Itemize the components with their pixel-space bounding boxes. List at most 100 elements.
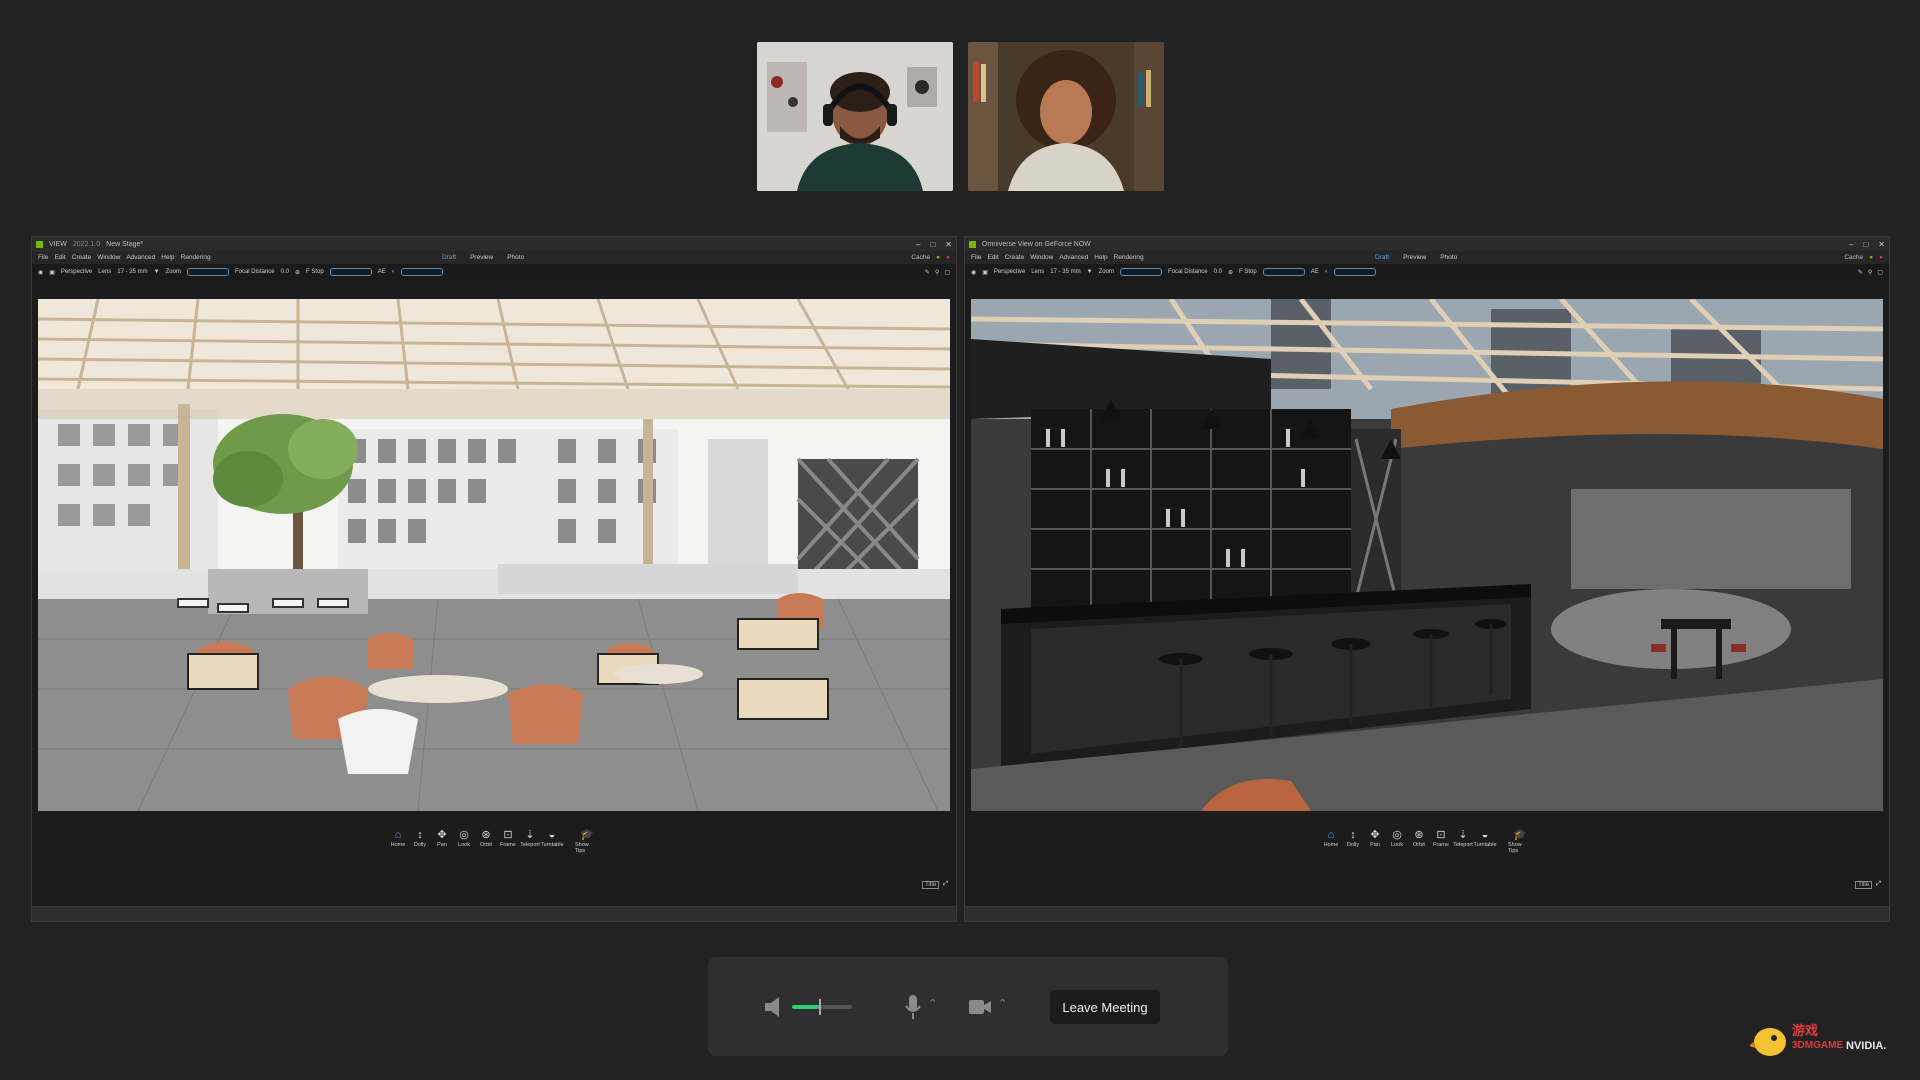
camera-icon[interactable]: ▣ xyxy=(982,269,988,276)
menu-file[interactable]: File xyxy=(38,254,48,261)
maximize-icon[interactable]: □ xyxy=(1863,240,1868,249)
mode-photo[interactable]: Photo xyxy=(1440,254,1457,261)
mic-options-chevron-icon[interactable]: ⌃ xyxy=(928,997,937,1010)
exposure-field[interactable] xyxy=(401,268,444,276)
menu-help[interactable]: Help xyxy=(161,254,174,261)
pencil-icon[interactable]: ✎ xyxy=(925,269,930,276)
pin-icon[interactable]: ⚲ xyxy=(1868,269,1872,276)
nav-look-button[interactable]: ◎ Look xyxy=(455,829,473,854)
app-window-right: Omniverse View on GeForce NOW – □ ✕ File… xyxy=(964,236,1890,922)
menu-rendering[interactable]: Rendering xyxy=(1114,254,1144,261)
microphone-icon[interactable] xyxy=(903,993,923,1021)
focal-distance-value[interactable]: 0.0 xyxy=(1214,269,1222,275)
nav-orbit-button[interactable]: ⊛ Orbit xyxy=(477,829,495,854)
chevron-down-icon[interactable]: ▼ xyxy=(154,269,160,275)
ae-label: AE xyxy=(1310,269,1319,275)
pin-icon[interactable]: ⚲ xyxy=(935,269,939,276)
nav-home-button[interactable]: ⌂ Home xyxy=(389,829,407,854)
minimize-icon[interactable]: – xyxy=(916,240,920,249)
nav-orbit-button[interactable]: ⊛ Orbit xyxy=(1410,829,1428,854)
nav-dolly-button[interactable]: ↕ Dolly xyxy=(411,829,429,854)
menu-create[interactable]: Create xyxy=(72,254,92,261)
lens-select[interactable]: 17 - 35 mm xyxy=(117,269,147,275)
mode-preview[interactable]: Preview xyxy=(470,254,493,261)
nav-turntable-button[interactable]: ◒ Turntable xyxy=(1473,829,1496,854)
menu-rendering[interactable]: Rendering xyxy=(181,254,211,261)
nav-teleport-button[interactable]: ⇣ Teleport xyxy=(520,829,540,854)
ae-toggle[interactable]: ◐ xyxy=(392,269,396,275)
nav-show-tips-button[interactable]: 🎓 Show Tips xyxy=(1508,829,1532,854)
menu-bar: File Edit Create Window Advanced Help Re… xyxy=(965,251,1889,264)
resize-icon[interactable]: ⤢ xyxy=(943,881,948,889)
leave-meeting-button[interactable]: Leave Meeting xyxy=(1050,990,1160,1024)
title-toggle[interactable]: Title xyxy=(922,881,940,889)
focus-target-icon[interactable]: ⊕ xyxy=(1228,269,1233,276)
viewport-toolbar: ◉ ▣ Perspective Lens 17 - 35 mm ▼ Zoom F… xyxy=(965,264,1889,280)
zoom-field[interactable] xyxy=(186,268,229,276)
nav-dolly-button[interactable]: ↕ Dolly xyxy=(1344,829,1362,854)
user-icon[interactable]: ● xyxy=(1879,254,1883,261)
menu-edit[interactable]: Edit xyxy=(54,254,65,261)
resize-icon[interactable]: ⤢ xyxy=(1876,881,1881,889)
participant-tile-2[interactable] xyxy=(968,42,1164,191)
focal-distance-value[interactable]: 0.0 xyxy=(281,269,289,275)
eye-icon[interactable]: ◉ xyxy=(971,269,976,276)
menu-advanced[interactable]: Advanced xyxy=(126,254,155,261)
nav-turntable-button[interactable]: ◒ Turntable xyxy=(540,829,563,854)
close-icon[interactable]: ✕ xyxy=(945,240,952,249)
viewport-corner-controls: Title ⤢ xyxy=(1855,881,1881,889)
lens-select[interactable]: 17 - 35 mm xyxy=(1050,269,1080,275)
menu-advanced[interactable]: Advanced xyxy=(1059,254,1088,261)
menu-window[interactable]: Window xyxy=(1030,254,1053,261)
nav-teleport-button[interactable]: ⇣ Teleport xyxy=(1453,829,1473,854)
nav-pan-button[interactable]: ✥ Pan xyxy=(1366,829,1384,854)
mode-draft[interactable]: Draft xyxy=(1375,254,1389,261)
maximize-icon[interactable]: □ xyxy=(930,240,935,249)
screenshot-icon[interactable]: ▢ xyxy=(944,269,950,276)
nav-frame-button[interactable]: ⊡ Frame xyxy=(1432,829,1450,854)
teleport-icon: ⇣ xyxy=(1458,829,1468,841)
app-logo-icon xyxy=(36,240,43,248)
mode-photo[interactable]: Photo xyxy=(507,254,524,261)
volume-handle[interactable] xyxy=(819,999,821,1015)
menu-window[interactable]: Window xyxy=(97,254,120,261)
title-toggle[interactable]: Title xyxy=(1855,881,1873,889)
camera-icon[interactable]: ▣ xyxy=(49,269,55,276)
mode-preview[interactable]: Preview xyxy=(1403,254,1426,261)
participant-tile-1[interactable] xyxy=(757,42,953,191)
menu-create[interactable]: Create xyxy=(1005,254,1025,261)
viewport-render-rooftop-bar[interactable] xyxy=(971,299,1883,811)
nav-home-button[interactable]: ⌂ Home xyxy=(1322,829,1340,854)
fstop-field[interactable] xyxy=(329,268,372,276)
menu-file[interactable]: File xyxy=(971,254,981,261)
focus-target-icon[interactable]: ⊕ xyxy=(295,269,300,276)
navigation-toolbar: ⌂ Home ↕ Dolly ✥ Pan ◎ Look ⊛ Orbit ⊡ Frame ⇣ T… xyxy=(965,829,1889,854)
speaker-icon[interactable] xyxy=(763,995,789,1019)
fstop-field[interactable] xyxy=(1262,268,1305,276)
minimize-icon[interactable]: – xyxy=(1849,240,1853,249)
chevron-down-icon[interactable]: ▼ xyxy=(1087,269,1093,275)
eye-icon[interactable]: ◉ xyxy=(38,269,43,276)
camera-options-chevron-icon[interactable]: ⌃ xyxy=(998,997,1007,1010)
zoom-field[interactable] xyxy=(1119,268,1162,276)
graduation-cap-icon: 🎓 xyxy=(1513,829,1527,841)
screenshot-icon[interactable]: ▢ xyxy=(1877,269,1883,276)
menu-edit[interactable]: Edit xyxy=(987,254,998,261)
user-icon[interactable]: ● xyxy=(946,254,950,261)
pencil-icon[interactable]: ✎ xyxy=(1858,269,1863,276)
camera-video-icon[interactable] xyxy=(968,998,992,1016)
nav-show-tips-button[interactable]: 🎓 Show Tips xyxy=(575,829,599,854)
close-icon[interactable]: ✕ xyxy=(1878,240,1885,249)
camera-select[interactable]: Perspective xyxy=(61,269,92,275)
exposure-field[interactable] xyxy=(1334,268,1377,276)
volume-slider[interactable] xyxy=(792,999,852,1015)
window-title-app: Omniverse View on GeForce NOW xyxy=(982,240,1091,248)
nav-frame-button[interactable]: ⊡ Frame xyxy=(499,829,517,854)
nav-look-button[interactable]: ◎ Look xyxy=(1388,829,1406,854)
camera-select[interactable]: Perspective xyxy=(994,269,1025,275)
mode-draft[interactable]: Draft xyxy=(442,254,456,261)
ae-toggle[interactable]: ◐ xyxy=(1325,269,1329,275)
viewport-render-rooftop-lounge[interactable] xyxy=(38,299,950,811)
nav-pan-button[interactable]: ✥ Pan xyxy=(433,829,451,854)
menu-help[interactable]: Help xyxy=(1094,254,1107,261)
